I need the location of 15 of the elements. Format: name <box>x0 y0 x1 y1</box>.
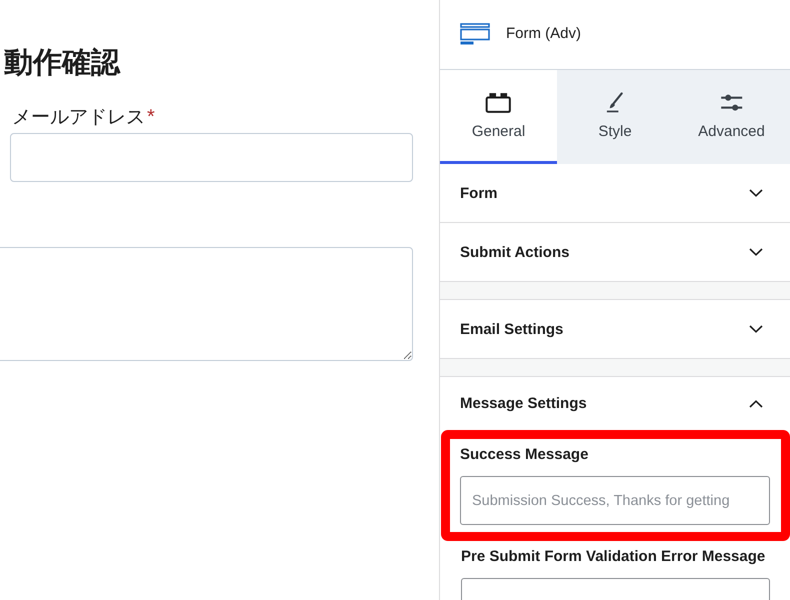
field-label: メールアドレス <box>12 106 145 130</box>
text-input[interactable]: Submission Success, Thanks for getting <box>460 476 770 525</box>
tab[interactable]: Style <box>557 70 673 164</box>
block-icon <box>485 92 512 113</box>
page-heading: 動作確認 <box>4 46 120 81</box>
form-icon <box>460 22 490 44</box>
required-mark: * <box>147 105 155 129</box>
field-label: Pre Submit Form Validation Error Message <box>461 547 766 567</box>
tab[interactable]: Advanced <box>673 70 790 164</box>
textarea-field[interactable] <box>0 247 413 361</box>
block-title: Form (Adv) <box>506 25 581 42</box>
brush-icon <box>605 92 625 113</box>
field-label: Success Message <box>460 445 588 465</box>
email-input[interactable] <box>10 133 413 182</box>
sliders-icon <box>720 92 744 113</box>
